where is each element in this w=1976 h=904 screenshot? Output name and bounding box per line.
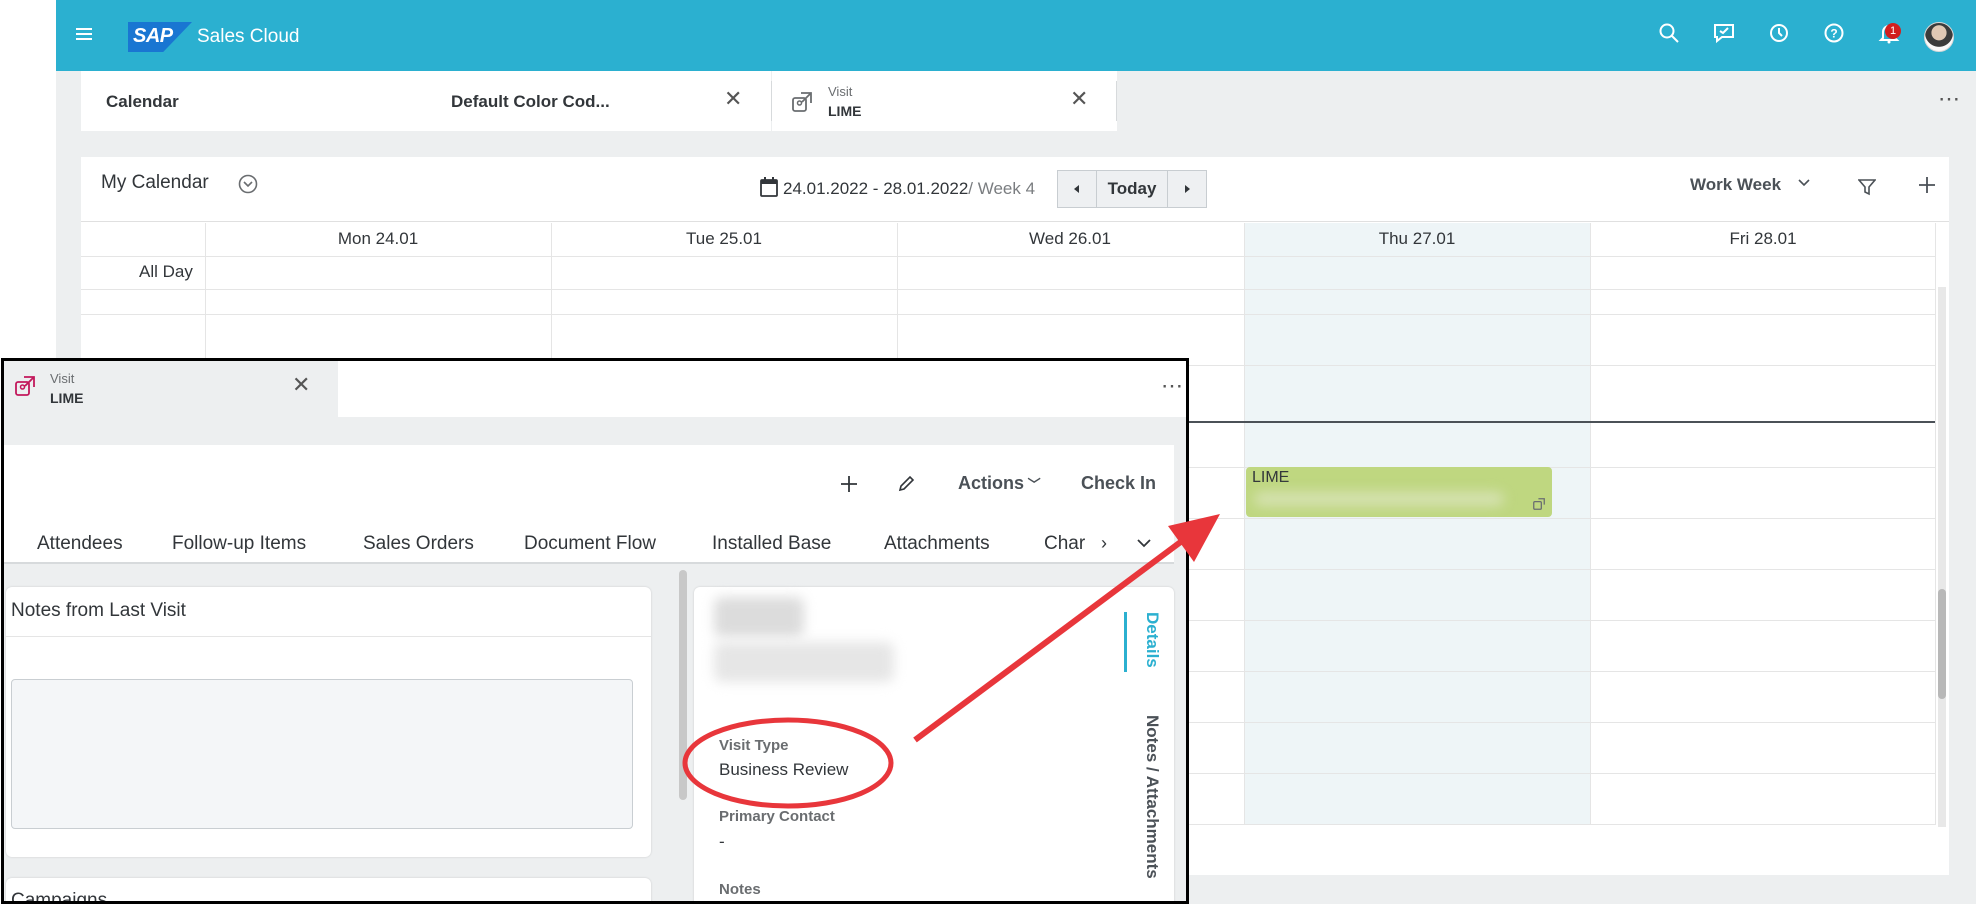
scrollbar-thumb[interactable]	[1938, 589, 1946, 699]
visit-icon	[13, 374, 37, 403]
grid-line	[81, 289, 1935, 290]
popup-tab-empty	[338, 361, 1186, 417]
dropdown-icon[interactable]	[238, 174, 258, 199]
add-icon[interactable]	[1917, 175, 1937, 200]
date-range: 24.01.2022 - 28.01.2022/ Week 4	[783, 179, 1035, 199]
app-title: Sales Cloud	[197, 26, 300, 47]
tab-label: Default Color Cod...	[451, 92, 610, 111]
today-button[interactable]: Today	[1096, 170, 1168, 208]
shell-bar	[56, 0, 1976, 71]
tab-label: LIME	[828, 103, 862, 119]
day-header-mon: Mon 24.01	[337, 229, 419, 248]
chevron-down-icon[interactable]	[1797, 175, 1811, 194]
day-header-fri: Fri 28.01	[1729, 229, 1797, 248]
grid-line	[81, 314, 1935, 315]
avatar[interactable]	[1924, 22, 1954, 52]
edit-icon[interactable]	[897, 475, 915, 498]
history-icon[interactable]	[1765, 22, 1793, 50]
calendar-header: My Calendar 24.01.2022 - 28.01.2022/ Wee…	[81, 157, 1949, 222]
tab-sales-orders[interactable]: Sales Orders	[363, 533, 474, 555]
day-header-wed: Wed 26.01	[1029, 229, 1111, 248]
close-icon[interactable]: ✕	[292, 372, 310, 398]
date-range-text: 24.01.2022 - 28.01.2022	[783, 179, 969, 198]
overflow-icon[interactable]: ⋯	[1938, 86, 1961, 112]
menu-icon[interactable]	[70, 22, 98, 50]
blurred-text	[1254, 492, 1504, 506]
day-header-tue: Tue 25.01	[686, 229, 762, 248]
help-icon[interactable]: ?	[1820, 22, 1848, 50]
notes-label: Notes	[719, 881, 761, 898]
calendar-icon	[760, 177, 778, 202]
current-time-line	[1181, 421, 1935, 423]
notes-panel: Notes from Last Visit	[6, 587, 651, 857]
tab-document-flow[interactable]: Document Flow	[524, 533, 656, 555]
tab-installed-base[interactable]: Installed Base	[712, 533, 831, 555]
tab-subtitle: Visit	[50, 371, 75, 386]
view-selector[interactable]: Work Week	[1690, 175, 1781, 195]
visit-icon	[1532, 497, 1546, 516]
calendar-title: My Calendar	[101, 172, 209, 193]
annotation-arrow	[913, 514, 1220, 743]
overflow-icon[interactable]: ⋯	[1161, 373, 1183, 399]
tab-attendees[interactable]: Attendees	[37, 533, 123, 555]
tab-default-color-codes[interactable]: Default Color Cod... ✕	[426, 71, 771, 131]
tab-visit-lime[interactable]: Visit LIME ✕	[4, 361, 336, 417]
appointment-lime[interactable]: LIME	[1246, 467, 1552, 517]
actions-label: Actions	[958, 473, 1025, 493]
search-icon[interactable]	[1655, 22, 1683, 50]
grid-line	[81, 256, 1935, 257]
tab-label: LIME	[50, 390, 84, 406]
close-icon[interactable]: ✕	[724, 86, 742, 112]
svg-text:?: ?	[1830, 27, 1837, 41]
tab-visit-lime[interactable]: Visit LIME ✕	[772, 71, 1117, 131]
previous-button[interactable]	[1057, 170, 1097, 208]
all-day-label: All Day	[139, 262, 193, 281]
next-button[interactable]	[1167, 170, 1207, 208]
visit-icon	[790, 90, 814, 119]
grid-line	[1935, 223, 1936, 825]
blurred-text	[714, 642, 894, 682]
feedback-icon[interactable]	[1710, 22, 1738, 50]
close-icon[interactable]: ✕	[1070, 86, 1088, 112]
tab-label: Calendar	[106, 92, 179, 111]
primary-contact-value: -	[719, 832, 725, 851]
notification-badge: 1	[1885, 23, 1901, 39]
tab-separator	[1116, 81, 1117, 121]
check-in-button[interactable]: Check In	[1081, 473, 1156, 494]
annotation-ellipse	[682, 717, 894, 809]
notes-panel-title: Notes from Last Visit	[11, 600, 186, 621]
week-label: / Week 4	[968, 179, 1036, 198]
actions-button[interactable]: Actions ﹀	[958, 473, 1041, 494]
tab-subtitle: Visit	[828, 84, 853, 99]
add-icon[interactable]	[840, 475, 858, 498]
day-header-thu: Thu 27.01	[1378, 229, 1456, 248]
tab-follow-up-items[interactable]: Follow-up Items	[172, 533, 306, 555]
filter-icon[interactable]	[1857, 178, 1877, 201]
scrollbar-track[interactable]	[1938, 287, 1946, 827]
divider	[6, 636, 651, 637]
appointment-title: LIME	[1252, 469, 1290, 486]
notes-textarea[interactable]	[11, 679, 633, 829]
campaigns-panel: Campaigns	[6, 878, 651, 904]
blurred-text	[714, 597, 804, 637]
tab-calendar[interactable]: Calendar	[81, 71, 426, 131]
campaigns-title: Campaigns	[11, 890, 108, 904]
